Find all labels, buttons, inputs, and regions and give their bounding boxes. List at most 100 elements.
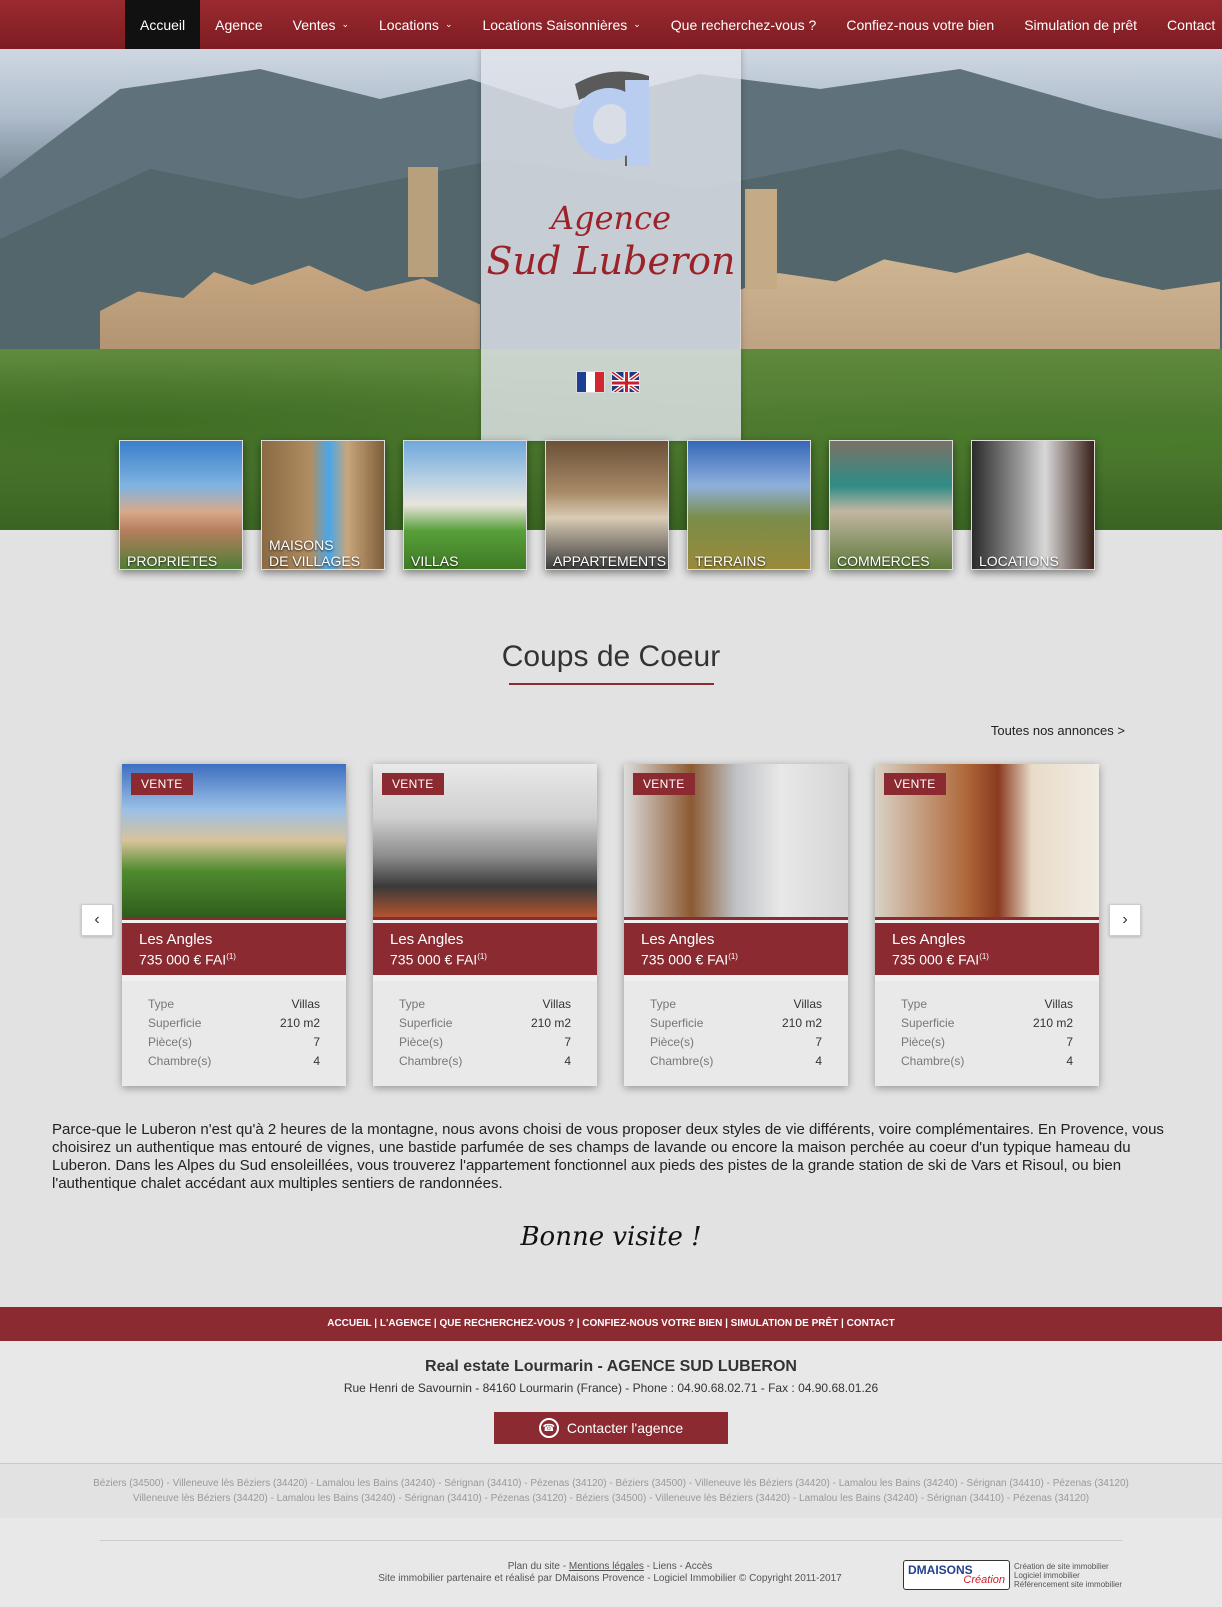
listing-spec-row: Pièce(s) 7 <box>148 1033 320 1052</box>
footer-link[interactable]: SIMULATION DE PRÊT <box>731 1318 839 1329</box>
listing-badge: VENTE <box>633 773 695 795</box>
listing-city: Les Angles <box>139 931 213 948</box>
listing-spec-row: Pièce(s) 7 <box>399 1033 571 1052</box>
all-listings-link[interactable]: Toutes nos annonces > <box>991 723 1125 738</box>
listing-specs: Type Villas Superficie 210 m2 Pièce(s) 7 Chamb… <box>373 981 597 1071</box>
listing-photo[interactable]: VENTE <box>373 764 597 917</box>
nav-item-2[interactable]: Ventes ⌄ <box>278 0 364 49</box>
carousel-prev-button[interactable]: ‹ <box>81 904 113 936</box>
access-link[interactable]: Accès <box>685 1561 712 1572</box>
price-footnote: (1) <box>477 952 487 961</box>
listing-headline: Les Angles 735 000 € FAI(1) <box>624 917 848 981</box>
nav-item-8[interactable]: Contact <box>1152 0 1222 49</box>
spec-value: 4 <box>564 1054 571 1068</box>
clock-tower <box>408 167 438 277</box>
listing-spec-row: Chambre(s) 4 <box>901 1052 1073 1071</box>
listing-card[interactable]: VENTE Les Angles 735 000 € FAI(1) Type Villa… <box>624 764 848 1086</box>
category-tile-label: COMMERCES <box>837 553 930 569</box>
french-flag-icon[interactable] <box>576 371 605 393</box>
spec-key: Superficie <box>650 1016 704 1030</box>
listing-photo[interactable]: VENTE <box>624 764 848 917</box>
category-tile-6[interactable]: LOCATIONS <box>971 440 1095 570</box>
carousel-next-button[interactable]: › <box>1109 904 1141 936</box>
listing-price: 735 000 € FAI <box>139 951 227 968</box>
bell-tower <box>745 189 777 289</box>
spec-key: Superficie <box>901 1016 955 1030</box>
nav-item-5[interactable]: Que recherchez-vous ? <box>656 0 832 49</box>
footer-link[interactable]: QUE RECHERCHEZ-VOUS ? <box>439 1318 573 1329</box>
footer-link[interactable]: ACCUEIL <box>327 1318 371 1329</box>
listing-photo[interactable]: VENTE <box>875 764 1099 917</box>
category-tile-4[interactable]: TERRAINS <box>687 440 811 570</box>
links-link[interactable]: Liens <box>653 1561 677 1572</box>
footer-links-bar: ACCUEIL | L'AGENCE | QUE RECHERCHEZ-VOUS… <box>0 1307 1222 1341</box>
listing-badge: VENTE <box>382 773 444 795</box>
listing-card[interactable]: VENTE Les Angles 735 000 € FAI(1) Type Villa… <box>122 764 346 1086</box>
nav-item-4[interactable]: Locations Saisonnières ⌄ <box>467 0 655 49</box>
category-tile-2[interactable]: VILLAS <box>403 440 527 570</box>
nav-item-label: Confiez-nous votre bien <box>846 16 995 33</box>
bottom-footer: Plan du site - Mentions légales - Liens … <box>0 1518 1222 1607</box>
dmaisons-logo[interactable]: DMAISONS Création <box>903 1560 1010 1590</box>
footer-link-separator: | <box>722 1318 731 1329</box>
listing-spec-row: Superficie 210 m2 <box>148 1014 320 1033</box>
listing-price: 735 000 € FAI <box>390 951 478 968</box>
contact-agency-button[interactable]: ☎ Contacter l'agence <box>494 1412 728 1444</box>
category-tile-0[interactable]: PROPRIETES <box>119 440 243 570</box>
nav-item-1[interactable]: Agence <box>200 0 277 49</box>
agency-logo-icon[interactable] <box>565 66 657 166</box>
listing-spec-row: Pièce(s) 7 <box>901 1033 1073 1052</box>
spec-key: Superficie <box>148 1016 202 1030</box>
footer-link-separator: | <box>371 1318 380 1329</box>
nav-item-3[interactable]: Locations ⌄ <box>364 0 467 49</box>
uk-flag-icon[interactable] <box>611 371 640 393</box>
spec-value: Villas <box>542 997 571 1011</box>
footer-agency-info: Real estate Lourmarin - AGENCE SUD LUBER… <box>0 1341 1222 1464</box>
listing-spec-row: Chambre(s) 4 <box>399 1052 571 1071</box>
contact-agency-label: Contacter l'agence <box>566 1420 684 1436</box>
category-tile-1[interactable]: MAISONS DE VILLAGES <box>261 440 385 570</box>
legal-notice-link[interactable]: Mentions légales <box>569 1561 644 1572</box>
category-tile-label: TERRAINS <box>695 553 766 569</box>
listing-card[interactable]: VENTE Les Angles 735 000 € FAI(1) Type Villa… <box>875 764 1099 1086</box>
nav-item-6[interactable]: Confiez-nous votre bien <box>831 0 1009 49</box>
footer-link[interactable]: L'AGENCE <box>380 1318 431 1329</box>
listing-headline: Les Angles 735 000 € FAI(1) <box>373 917 597 981</box>
spec-key: Type <box>901 997 928 1011</box>
spec-key: Type <box>650 997 677 1011</box>
listing-photo[interactable]: VENTE <box>122 764 346 917</box>
spec-value: 7 <box>815 1035 822 1049</box>
spec-value: 210 m2 <box>530 1016 571 1030</box>
bottom-links: Plan du site - Mentions légales - Liens … <box>360 1561 860 1585</box>
town-links-line1[interactable]: Béziers (34500) - Villeneuve lès Béziers… <box>0 1476 1222 1491</box>
category-tile-5[interactable]: COMMERCES <box>829 440 953 570</box>
listing-city: Les Angles <box>641 931 715 948</box>
nav-item-label: Accueil <box>140 16 186 33</box>
listing-spec-row: Superficie 210 m2 <box>399 1014 571 1033</box>
spec-value: 210 m2 <box>1032 1016 1073 1030</box>
agency-address: Rue Henri de Savournin - 84160 Lourmarin… <box>343 1381 879 1395</box>
nav-item-0[interactable]: Accueil <box>125 0 201 49</box>
chevron-right-icon: › <box>1122 911 1128 928</box>
section-title: Coups de Coeur <box>501 640 721 673</box>
listing-headline: Les Angles 735 000 € FAI(1) <box>875 917 1099 981</box>
category-tile-label: APPARTEMENTS <box>553 553 667 569</box>
footer-link[interactable]: CONTACT <box>847 1318 895 1329</box>
nav-item-label: Locations <box>379 16 439 33</box>
town-links-line2[interactable]: Villeneuve lès Béziers (34420) - Lamalou… <box>0 1491 1222 1506</box>
footer-link[interactable]: CONFIEZ-NOUS VOTRE BIEN <box>582 1318 722 1329</box>
credit-line: Site immobilier partenaire et réalisé pa… <box>378 1573 842 1584</box>
section-underline <box>509 683 714 685</box>
spec-value: Villas <box>1044 997 1073 1011</box>
listing-spec-row: Type Villas <box>148 995 320 1014</box>
listing-spec-row: Chambre(s) 4 <box>650 1052 822 1071</box>
category-tile-3[interactable]: APPARTEMENTS <box>545 440 669 570</box>
category-tiles: PROPRIETES MAISONS DE VILLAGES VILLAS APPAR… <box>119 440 1095 570</box>
site-map-link[interactable]: Plan du site <box>508 1561 560 1572</box>
logo-line-sud-luberon: Sud Luberon <box>486 239 736 283</box>
listing-spec-row: Chambre(s) 4 <box>148 1052 320 1071</box>
listing-card[interactable]: VENTE Les Angles 735 000 € FAI(1) Type Villa… <box>373 764 597 1086</box>
nav-item-7[interactable]: Simulation de prêt <box>1009 0 1152 49</box>
listing-badge: VENTE <box>884 773 946 795</box>
price-footnote: (1) <box>728 952 738 961</box>
